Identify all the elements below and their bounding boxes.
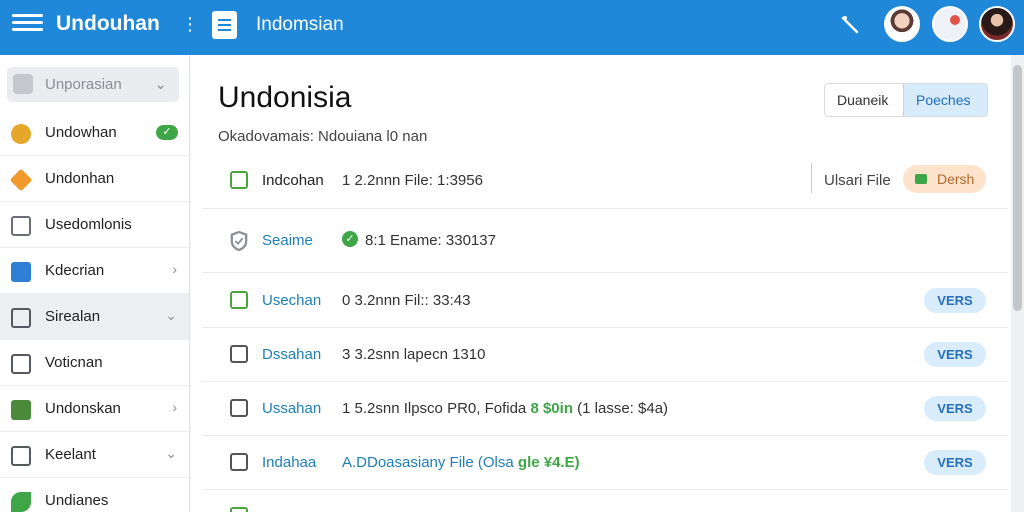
user-avatar[interactable] — [884, 6, 920, 42]
chevron-down-icon[interactable]: ⌄ — [165, 307, 177, 324]
sidebar-search[interactable]: Unporasian ⌄ — [7, 67, 179, 102]
list-icon — [11, 216, 31, 236]
sidebar-item-undonskan[interactable]: Undonskan › — [0, 386, 189, 432]
cube-icon — [11, 262, 31, 282]
pen-icon[interactable] — [838, 12, 862, 36]
sidebar-item-label: Sirealan — [45, 308, 101, 325]
check-circle-icon: ✓ — [342, 231, 358, 247]
file-name: Seaime — [262, 232, 313, 249]
file-row[interactable] — [203, 490, 1008, 512]
version-badge[interactable]: VERS — [924, 396, 986, 421]
file-detail: 1 5.2snn Ilpsco PR0, Fofida 8 $0in (1 la… — [342, 400, 668, 417]
file-detail: A.DDoasasiany File (Olsa gle ¥4.E) — [342, 454, 580, 471]
file-row[interactable]: Dssahan 3 3.2snn lapecn 1310 VERS — [203, 328, 1008, 382]
file-name: Dssahan — [262, 346, 322, 363]
sidebar-item-label: Undowhan — [45, 124, 117, 141]
main-content: Undonisia Okadovamais: Ndouiana l0 nan D… — [191, 55, 1011, 512]
file-detail-price: gle ¥4.E) — [517, 454, 580, 471]
document-icon — [212, 11, 237, 39]
file-icon — [230, 453, 248, 471]
divider — [811, 163, 812, 193]
file-icon — [230, 399, 248, 417]
view-toggle: Duaneik Poeches — [824, 83, 988, 117]
version-badge[interactable]: VERS — [924, 288, 986, 313]
notification-avatar[interactable] — [932, 6, 968, 42]
profile-avatar[interactable] — [979, 6, 1015, 42]
chart-icon — [11, 400, 31, 420]
chevron-down-icon[interactable]: ⌄ — [154, 75, 167, 93]
sidebar-item-undonhan[interactable]: Undonhan — [0, 156, 189, 202]
upload-file-link[interactable]: Ulsari File — [824, 172, 891, 189]
status-badge: ✓ — [156, 125, 178, 140]
coin-icon — [11, 124, 31, 144]
check-square-icon — [11, 446, 31, 466]
top-app-bar: Undouhan ⋮ Indomsian — [0, 0, 1024, 55]
sidebar-item-label: Voticnan — [45, 354, 103, 371]
notification-dot-icon — [950, 15, 960, 25]
chevron-down-icon[interactable]: ⌄ — [165, 445, 177, 462]
file-icon — [230, 507, 248, 512]
file-detail: 0 3.2nnn Fil:: 33:43 — [342, 292, 471, 309]
shield-icon — [230, 231, 248, 251]
tag-icon — [9, 168, 33, 192]
file-detail-main: A.DDoasasiany File (Olsa — [342, 454, 514, 471]
scrollbar-thumb[interactable] — [1013, 65, 1022, 311]
scrollbar[interactable] — [1011, 55, 1024, 512]
version-badge[interactable]: VERS — [924, 342, 986, 367]
sidebar-item-usedomlonis[interactable]: Usedomlonis — [0, 202, 189, 248]
file-name: Ussahan — [262, 400, 322, 417]
folder-icon — [915, 174, 927, 184]
file-row[interactable]: Ussahan 1 5.2snn Ilpsco PR0, Fofida 8 $0… — [203, 382, 1008, 436]
more-options-icon[interactable]: ⋮ — [181, 14, 199, 34]
app-title: Undouhan — [56, 12, 160, 35]
sidebar-item-label: Undianes — [45, 492, 109, 509]
version-badge[interactable]: VERS — [924, 450, 986, 475]
dersh-button[interactable]: Dersh — [903, 165, 986, 193]
sidebar-item-label: Usedomlonis — [45, 216, 132, 233]
file-detail: 3 3.2snn lapecn 1310 — [342, 346, 486, 363]
page-title: Undonisia — [218, 81, 352, 114]
sidebar-item-sirealan[interactable]: Sirealan ⌄ — [0, 294, 189, 340]
page-subtitle: Okadovamais: Ndouiana l0 nan — [218, 128, 428, 145]
file-name: Usechan — [262, 292, 322, 309]
file-detail: 8:1 Ename: 330137 — [365, 232, 496, 249]
sidebar: Unporasian ⌄ Undowhan ✓ Undonhan Usedoml… — [0, 55, 190, 512]
file-name: Indcohan — [262, 172, 324, 189]
file-detail-main: 1 5.2snn Ilpsco PR0, Fofida — [342, 400, 527, 417]
file-icon — [230, 345, 248, 363]
menu-icon[interactable] — [12, 14, 43, 38]
file-row[interactable]: Usechan 0 3.2nnn Fil:: 33:43 VERS — [203, 273, 1008, 328]
sidebar-item-undianes[interactable]: Undianes — [0, 478, 189, 512]
chevron-right-icon[interactable]: › — [172, 261, 177, 277]
sidebar-search-label: Unporasian — [45, 76, 122, 93]
file-detail: 1 2.2nnn File: 1:3956 — [342, 172, 483, 189]
dersh-button-label: Dersh — [937, 171, 975, 187]
tab-duaneik[interactable]: Duaneik — [825, 84, 903, 116]
sidebar-item-label: Kdecrian — [45, 262, 105, 279]
file-icon — [230, 171, 248, 189]
file-icon — [230, 291, 248, 309]
table-icon — [11, 308, 31, 328]
sidebar-item-voticnan[interactable]: Voticnan — [0, 340, 189, 386]
leaf-icon — [11, 492, 31, 512]
tab-poeches[interactable]: Poeches — [903, 84, 987, 116]
grid-icon — [11, 354, 31, 374]
file-row[interactable]: Indahaa A.DDoasasiany File (Olsa gle ¥4.… — [203, 436, 1008, 490]
file-detail-price: 8 $0in — [530, 400, 573, 417]
file-row[interactable]: Seaime ✓ 8:1 Ename: 330137 — [203, 209, 1008, 273]
document-title[interactable]: Indomsian — [256, 14, 344, 36]
file-row[interactable]: Indcohan 1 2.2nnn File: 1:3956 Ulsari Fi… — [203, 153, 1008, 209]
lock-icon — [13, 74, 33, 94]
sidebar-item-undowhan[interactable]: Undowhan ✓ — [0, 110, 189, 156]
file-name: Indahaa — [262, 454, 317, 471]
sidebar-item-label: Undonhan — [45, 170, 115, 187]
sidebar-item-keelant[interactable]: Keelant ⌄ — [0, 432, 189, 478]
sidebar-item-label: Keelant — [45, 446, 96, 463]
sidebar-item-kdecrian[interactable]: Kdecrian › — [0, 248, 189, 294]
file-detail-tail: (1 lasse: $4a) — [577, 400, 669, 417]
chevron-right-icon[interactable]: › — [172, 399, 177, 415]
sidebar-item-label: Undonskan — [45, 400, 121, 417]
